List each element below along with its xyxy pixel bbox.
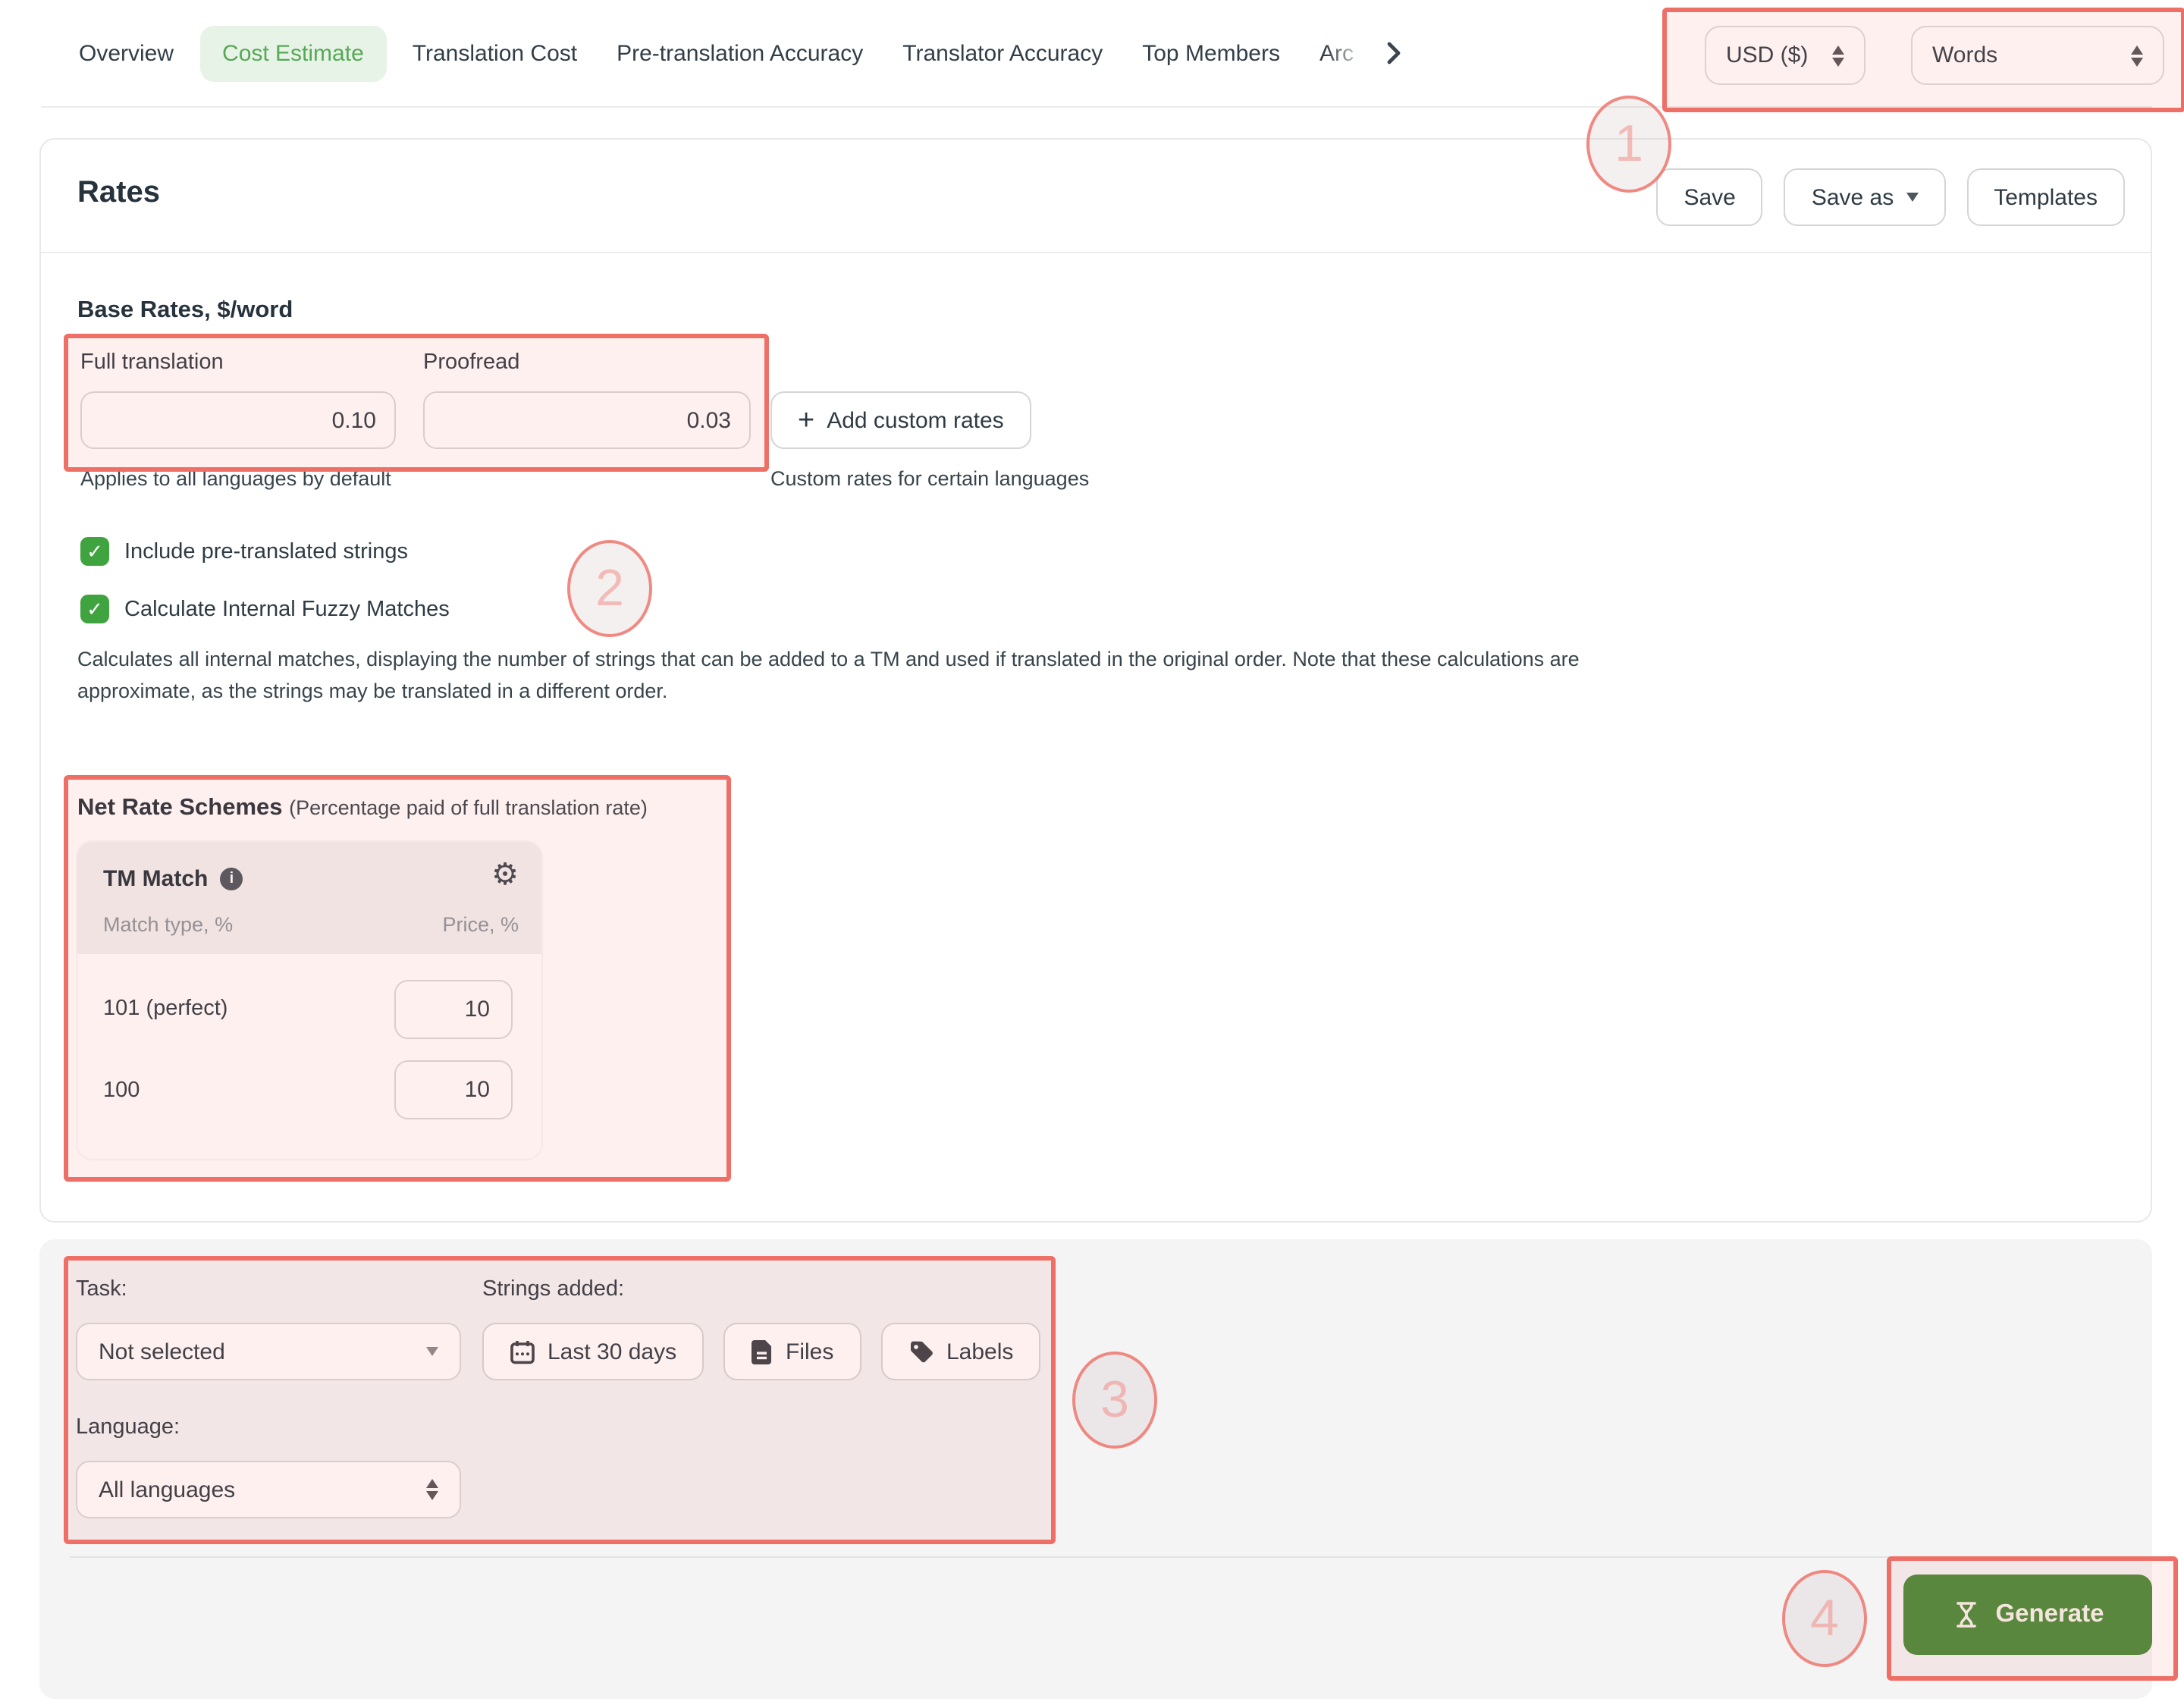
currency-select[interactable]: USD ($) xyxy=(1705,26,1866,85)
tm-match-card-header xyxy=(77,842,541,954)
proofread-label: Proofread xyxy=(423,350,519,375)
proofread-input[interactable] xyxy=(423,391,751,449)
select-arrows-icon xyxy=(2131,45,2143,66)
language-value: All languages xyxy=(99,1477,235,1502)
info-icon[interactable]: i xyxy=(220,868,243,890)
annotation-step-2: 2 xyxy=(567,540,652,637)
net-rate-schemes-title: Net Rate Schemes xyxy=(77,795,283,821)
caret-down-icon xyxy=(426,1347,438,1356)
page: Overview Cost Estimate Translation Cost … xyxy=(0,0,2184,1708)
tab-translation-cost[interactable]: Translation Cost xyxy=(393,25,597,81)
rates-card: Rates Save Save as Templates Base Rates,… xyxy=(39,138,2152,1223)
annotation-step-4: 4 xyxy=(1782,1570,1867,1667)
card-header-divider xyxy=(41,252,2151,253)
page-title: Rates xyxy=(77,176,160,211)
check-icon: ✓ xyxy=(86,542,103,561)
unit-select[interactable]: Words xyxy=(1911,26,2164,85)
match-row-label: 101 (perfect) xyxy=(103,997,228,1021)
annotation-step-3: 3 xyxy=(1072,1352,1157,1449)
fuzzy-matches-row: ✓ Calculate Internal Fuzzy Matches xyxy=(80,595,450,623)
fuzzy-matches-description: Calculates all internal matches, display… xyxy=(77,643,1609,707)
task-value: Not selected xyxy=(99,1339,225,1364)
task-label: Task: xyxy=(76,1277,127,1301)
add-custom-rates-button[interactable]: + Add custom rates xyxy=(770,391,1031,449)
select-arrows-icon xyxy=(1832,45,1844,66)
caret-down-icon xyxy=(1906,193,1918,202)
language-dropdown[interactable]: All languages xyxy=(76,1461,461,1518)
tab-top-members[interactable]: Top Members xyxy=(1122,25,1300,81)
file-icon xyxy=(751,1339,774,1364)
check-icon: ✓ xyxy=(86,599,103,619)
rates-toolbar: Save Save as Templates xyxy=(1656,168,2125,226)
labels-button[interactable]: Labels xyxy=(881,1323,1040,1380)
match-type-column-header: Match type, % xyxy=(103,913,233,936)
include-pretranslated-checkbox[interactable]: ✓ xyxy=(80,537,109,566)
tab-overview[interactable]: Overview xyxy=(59,25,193,81)
base-rates-heading: Base Rates, $/word xyxy=(77,297,293,325)
files-button[interactable]: Files xyxy=(723,1323,861,1380)
full-translation-label: Full translation xyxy=(80,350,224,375)
tab-pre-translation-accuracy[interactable]: Pre-translation Accuracy xyxy=(597,25,883,81)
match-row-label: 100 xyxy=(103,1078,140,1103)
custom-rates-caption: Custom rates for certain languages xyxy=(770,467,1089,490)
tabbar-divider xyxy=(41,106,2152,108)
calendar-icon xyxy=(510,1339,535,1364)
full-translation-input[interactable] xyxy=(80,391,396,449)
price-column-header: Price, % xyxy=(442,913,519,936)
estimate-settings-panel: Task: Not selected Strings added: Last 3… xyxy=(39,1239,2152,1699)
last-30-days-button[interactable]: Last 30 days xyxy=(482,1323,704,1380)
generate-button[interactable]: Generate xyxy=(1903,1575,2152,1655)
select-arrows-icon xyxy=(426,1479,438,1500)
tm-match-title: TM Match i xyxy=(103,866,243,892)
unit-value: Words xyxy=(1932,42,1997,68)
gear-icon[interactable]: ⚙ xyxy=(491,860,519,890)
tm-match-card: TM Match i ⚙ Match type, % Price, % 101 … xyxy=(77,842,541,1159)
hourglass-icon xyxy=(1951,1600,1980,1629)
fuzzy-matches-label: Calculate Internal Fuzzy Matches xyxy=(124,597,450,621)
default-rates-caption: Applies to all languages by default xyxy=(80,467,391,490)
save-button[interactable]: Save xyxy=(1656,168,1762,226)
templates-button[interactable]: Templates xyxy=(1966,168,2125,226)
tab-translator-accuracy[interactable]: Translator Accuracy xyxy=(883,25,1122,81)
net-rate-schemes-note: (Percentage paid of full translation rat… xyxy=(289,796,648,819)
match-101-price-input[interactable] xyxy=(394,980,513,1039)
task-dropdown[interactable]: Not selected xyxy=(76,1323,461,1380)
match-100-price-input[interactable] xyxy=(394,1060,513,1119)
include-pretranslated-label: Include pre-translated strings xyxy=(124,539,408,564)
tag-icon xyxy=(908,1339,934,1364)
net-rate-schemes-heading: Net Rate Schemes (Percentage paid of ful… xyxy=(77,795,648,822)
include-pretranslated-row: ✓ Include pre-translated strings xyxy=(80,537,408,566)
save-as-button[interactable]: Save as xyxy=(1784,168,1945,226)
panel-divider xyxy=(70,1556,2116,1558)
tab-archive-truncated[interactable]: Arc xyxy=(1300,25,1374,81)
tabs-overflow-chevron-right-icon[interactable] xyxy=(1377,32,1410,74)
language-label: Language: xyxy=(76,1415,180,1440)
strings-added-label: Strings added: xyxy=(482,1277,624,1301)
currency-value: USD ($) xyxy=(1726,42,1808,68)
fuzzy-matches-checkbox[interactable]: ✓ xyxy=(80,595,109,623)
plus-icon: + xyxy=(798,406,814,435)
tab-cost-estimate[interactable]: Cost Estimate xyxy=(199,25,387,81)
